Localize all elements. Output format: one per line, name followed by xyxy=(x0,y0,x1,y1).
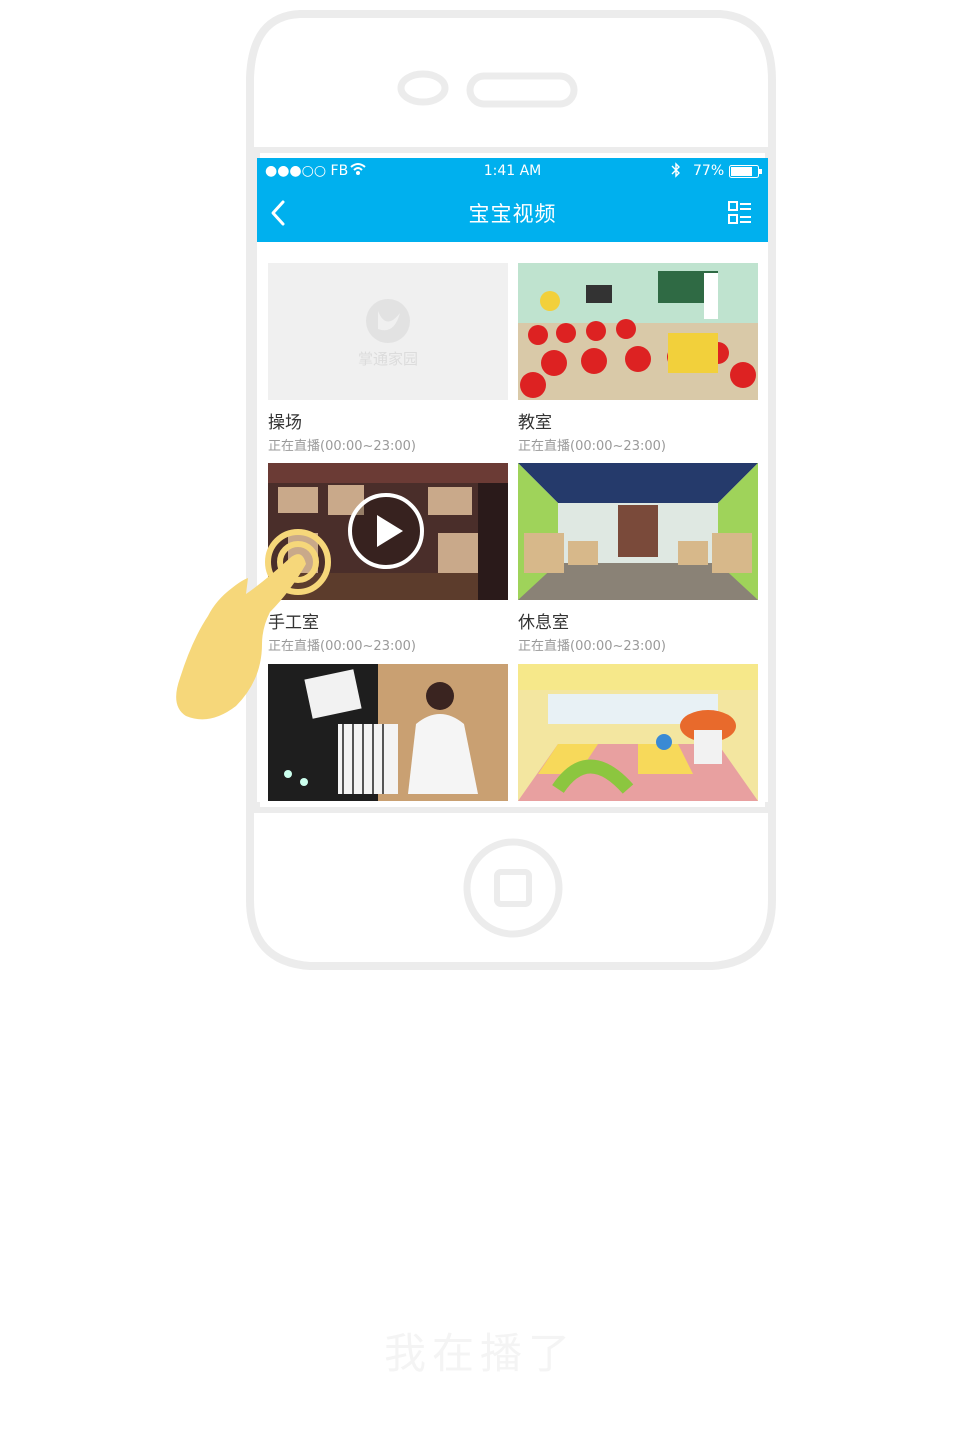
caption-text: 我在播了 xyxy=(383,1329,576,1378)
video-thumbnail xyxy=(518,463,758,600)
brand-logo-icon xyxy=(366,299,410,343)
video-thumbnail xyxy=(518,664,758,801)
placeholder-logo-text: 掌通家园 xyxy=(358,350,418,368)
bluetooth-icon xyxy=(671,162,681,182)
video-thumbnail xyxy=(518,263,758,400)
battery-percent: 77% xyxy=(693,163,725,179)
list-grid-icon xyxy=(728,201,751,224)
video-name: 教室 xyxy=(518,413,552,433)
play-icon[interactable] xyxy=(346,491,426,571)
tap-hand-icon xyxy=(176,529,331,720)
video-card-play-room[interactable] xyxy=(518,664,758,802)
video-card-classroom[interactable]: 教室 正在直播(00:00~23:00) xyxy=(518,263,758,463)
video-status: 正在直播(00:00~23:00) xyxy=(268,439,416,454)
video-status: 正在直播(00:00~23:00) xyxy=(518,439,666,454)
video-name: 休息室 xyxy=(518,613,569,633)
video-name: 操场 xyxy=(268,413,302,433)
navigation-bar: 宝宝视频 xyxy=(257,184,768,242)
video-thumbnail: 掌通家园 xyxy=(268,263,508,400)
status-time: 1:41 AM xyxy=(483,163,542,179)
status-bar: ●●●○○ FB 1:41 AM 77% xyxy=(257,158,768,184)
video-card-rest-room[interactable]: 休息室 正在直播(00:00~23:00) xyxy=(518,463,758,663)
battery-icon xyxy=(729,165,763,182)
page-title: 宝宝视频 xyxy=(468,202,557,226)
video-status: 正在直播(00:00~23:00) xyxy=(518,639,666,654)
list-view-button[interactable] xyxy=(725,198,755,228)
video-card-playground[interactable]: 掌通家园 操场 正在直播(00:00~23:00) xyxy=(268,263,508,463)
